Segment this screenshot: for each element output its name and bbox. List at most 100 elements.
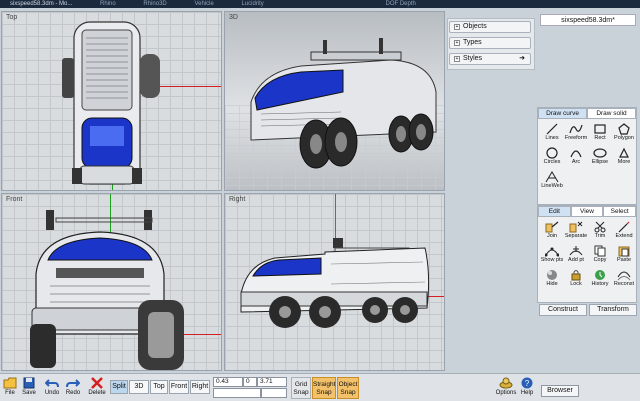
accordion-label: Types xyxy=(463,39,482,46)
help-button[interactable]: ? Help xyxy=(518,375,536,396)
tool-extend[interactable]: Extend xyxy=(612,219,636,243)
undo-button[interactable]: Undo xyxy=(43,375,61,396)
tab-select[interactable]: Select xyxy=(603,206,637,217)
vehicle-front-view xyxy=(30,210,184,370)
tool-circles[interactable]: Circles xyxy=(540,145,564,169)
tool-freeform[interactable]: Freeform xyxy=(564,121,588,145)
more-shapes-icon xyxy=(616,146,632,159)
viewport-perspective[interactable]: 3D xyxy=(224,11,445,191)
lock-icon xyxy=(568,268,584,281)
tool-separate[interactable]: Separate xyxy=(564,219,588,243)
menu-item-rhino[interactable]: Rhino xyxy=(100,0,116,8)
tab-draw-curve[interactable]: Draw curve xyxy=(538,108,587,119)
separate-icon xyxy=(568,220,584,233)
tool-more[interactable]: More xyxy=(612,145,636,169)
vehicle-top-view xyxy=(62,21,160,185)
coord-y-input[interactable]: 0 xyxy=(243,377,257,387)
tool-paste[interactable]: Paste xyxy=(612,243,636,267)
tab-view[interactable]: View xyxy=(570,206,604,217)
viewport-label-right: Right xyxy=(229,196,246,203)
paste-icon xyxy=(616,244,632,257)
accordion-styles[interactable]: + Styles ➜ xyxy=(449,53,531,65)
tool-arc[interactable]: Arc xyxy=(564,145,588,169)
save-button[interactable]: Save xyxy=(21,375,37,396)
add-point-icon xyxy=(568,244,584,257)
view-top-button[interactable]: Top xyxy=(150,380,168,394)
tool-copy[interactable]: Copy xyxy=(588,243,612,267)
expand-icon: + xyxy=(454,24,460,30)
accordion-objects[interactable]: + Objects xyxy=(449,21,531,33)
grid-snap-toggle[interactable]: Grid Snap xyxy=(291,377,311,399)
x-axis-line xyxy=(152,86,221,87)
extend-icon xyxy=(616,220,632,233)
join-icon xyxy=(544,220,560,233)
freeform-curve-icon xyxy=(568,122,584,135)
vehicle-perspective-view xyxy=(250,38,437,169)
expand-icon: + xyxy=(454,56,460,62)
scissors-icon xyxy=(592,220,608,233)
hide-sphere-icon xyxy=(544,268,560,281)
tool-lines[interactable]: Lines xyxy=(540,121,564,145)
arc-icon xyxy=(568,146,584,159)
coord-z-input[interactable]: 3.71 xyxy=(257,377,287,387)
line-web-icon xyxy=(544,170,560,183)
menu-item-vehicle[interactable]: Vehicle xyxy=(194,0,213,8)
viewport-label-front: Front xyxy=(6,196,23,203)
delete-button[interactable]: Delete xyxy=(86,375,108,396)
draw-panel: Draw curve Draw solid Lines Freeform Rec… xyxy=(537,107,637,205)
accordion-label: Objects xyxy=(463,23,487,30)
options-button[interactable]: Options xyxy=(494,375,518,396)
expand-icon: + xyxy=(454,40,460,46)
tool-hide[interactable]: Hide xyxy=(540,267,564,291)
tab-construct[interactable]: Construct xyxy=(539,304,587,316)
view-right-button[interactable]: Right xyxy=(190,380,210,394)
tool-polygon[interactable]: Polygon xyxy=(612,121,636,145)
accordion-label: Styles xyxy=(463,55,483,62)
coord-x-input[interactable]: 0.43 xyxy=(213,377,243,387)
view-3d-button[interactable]: 3D xyxy=(129,380,149,394)
svg-text:?: ? xyxy=(525,379,530,388)
copy-icon xyxy=(592,244,608,257)
straight-snap-toggle[interactable]: Straight Snap xyxy=(312,377,336,399)
command-input[interactable] xyxy=(213,388,261,398)
tool-lock[interactable]: Lock xyxy=(564,267,588,291)
window-title: sixspeed58.3dm - Mo... xyxy=(10,1,73,7)
object-snap-toggle[interactable]: Object Snap xyxy=(337,377,359,399)
view-split-button[interactable]: Split xyxy=(110,380,128,394)
tool-trim[interactable]: Trim xyxy=(588,219,612,243)
tab-edit[interactable]: Edit xyxy=(538,206,571,217)
command-input-secondary[interactable] xyxy=(261,388,287,398)
menu-item-lucidrity[interactable]: Lucidrity xyxy=(241,0,263,8)
viewport-front[interactable]: Front xyxy=(1,193,222,371)
browser-button[interactable]: Browser xyxy=(541,385,579,397)
folder-icon xyxy=(3,375,17,390)
tool-reconst[interactable]: Reconst xyxy=(612,267,636,291)
tool-rect[interactable]: Rect xyxy=(588,121,612,145)
menu-item-rhino3d[interactable]: Rhino3D xyxy=(143,0,166,8)
bottom-tabs: Construct Transform xyxy=(539,304,637,316)
tool-show-pts[interactable]: Show pts xyxy=(540,243,564,267)
arrow-right-icon[interactable]: ➜ xyxy=(519,54,525,64)
tab-draw-solid[interactable]: Draw solid xyxy=(587,108,636,119)
viewport-right[interactable]: Right xyxy=(224,193,445,371)
tool-lineweb[interactable]: LineWeb xyxy=(540,169,564,193)
file-button[interactable]: File xyxy=(2,375,18,396)
tool-history[interactable]: History xyxy=(588,267,612,291)
redo-button[interactable]: Redo xyxy=(64,375,82,396)
accordion-types[interactable]: + Types xyxy=(449,37,531,49)
redo-arrow-icon xyxy=(66,375,80,390)
line-icon xyxy=(544,122,560,135)
help-question-icon: ? xyxy=(520,375,534,390)
tool-join[interactable]: Join xyxy=(540,219,564,243)
reconstruct-icon xyxy=(616,268,632,281)
tab-transform[interactable]: Transform xyxy=(589,304,637,316)
undo-arrow-icon xyxy=(45,375,59,390)
polygon-icon xyxy=(616,122,632,135)
tool-ellipse[interactable]: Ellipse xyxy=(588,145,612,169)
options-gear-icon xyxy=(499,375,513,390)
tool-add-pt[interactable]: Add pt xyxy=(564,243,588,267)
viewport-top[interactable]: Top xyxy=(1,11,222,191)
rectangle-icon xyxy=(592,122,608,135)
view-front-button[interactable]: Front xyxy=(169,380,189,394)
menu-item-dof-depth[interactable]: DOF Depth xyxy=(385,0,415,8)
